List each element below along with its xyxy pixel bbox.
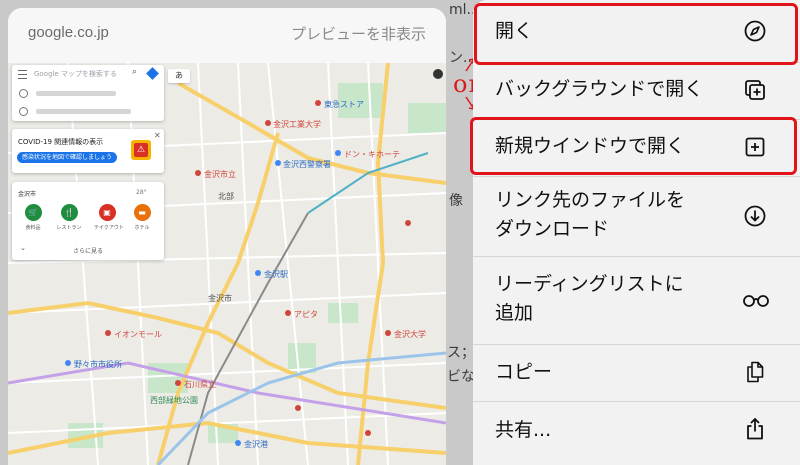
covid-info-card[interactable]: COVID-19 関連情報の表示 感染状況を地図で確認しましょう ⚠ ✕ (12, 129, 164, 173)
menu-item-label: リンク先のファイルを (495, 189, 686, 211)
category-label: ホテル (134, 225, 150, 231)
glasses-icon (743, 295, 769, 307)
map-label: 金沢大学 (394, 330, 426, 339)
menu-item-copy[interactable]: コピー (473, 344, 800, 402)
map-label: 石川県立 (184, 380, 216, 389)
takeout-icon: ▣ (98, 204, 116, 221)
cart-icon: 🛒 (24, 204, 42, 221)
menu-item-share[interactable]: 共有... (473, 401, 800, 465)
nearby-title: 金沢市 (18, 191, 37, 198)
weather-temp: 28° (136, 189, 147, 196)
map-label: ドン・キホーテ (344, 150, 400, 159)
preview-header: google.co.jp プレビューを非表示 (8, 8, 446, 63)
map-label: 金沢市立 (204, 170, 236, 179)
tabs-plus-icon (745, 80, 765, 100)
category-takeout[interactable]: ▣ テイクアウト (94, 204, 124, 231)
bg-text-fragment: ビな (447, 369, 475, 385)
category-grocery[interactable]: 🛒 食料品 (20, 204, 46, 231)
map-label: アピタ (294, 310, 318, 319)
nearby-card: 金沢市 28° 🛒 食料品 🍴 レストラン ▣ テイクアウト ▬ ホテル ⌄ さ… (12, 182, 164, 260)
map-label: 金沢西警察署 (283, 160, 331, 169)
maps-search-card[interactable]: Google マップを検索する ⌕ (12, 65, 164, 121)
link-preview[interactable]: google.co.jp プレビューを非表示 金沢工業大学 東急ストア 北部 金… (8, 8, 446, 465)
map-chip[interactable]: あ (168, 69, 190, 83)
bed-icon: ▬ (133, 204, 151, 221)
warning-icon: ⚠ (131, 140, 151, 160)
preview-url: google.co.jp (28, 24, 109, 41)
category-restaurant[interactable]: 🍴 レストラン (56, 204, 82, 231)
menu-item-label: バックグラウンドで開く (495, 78, 704, 100)
map-dot-icon (433, 69, 443, 79)
blurred-text (36, 109, 131, 114)
blurred-text (36, 91, 116, 96)
category-label: レストラン (56, 225, 82, 231)
map-label: 金沢港 (244, 440, 268, 449)
bg-text-fragment: 像 (449, 193, 463, 209)
covid-title: COVID-19 関連情報の表示 (18, 138, 104, 146)
search-icon[interactable]: ⌕ (132, 67, 137, 77)
category-label: テイクアウト (94, 225, 124, 231)
menu-item-label: 共有... (495, 419, 552, 441)
map-label: 金沢駅 (264, 270, 288, 279)
fork-knife-icon: 🍴 (60, 204, 78, 221)
maps-search-input[interactable]: Google マップを検索する (34, 69, 117, 79)
menu-item-label: 新規ウインドウで開く (495, 135, 686, 157)
map-label: 金沢市 (208, 294, 232, 303)
search-history-item[interactable] (12, 84, 164, 102)
directions-icon[interactable] (146, 67, 159, 80)
map-label: イオンモール (114, 330, 162, 339)
category-label: 食料品 (25, 225, 41, 231)
menu-item-label: 開く (495, 20, 534, 42)
search-history-item[interactable] (12, 102, 164, 120)
menu-item-open[interactable]: 開く (473, 0, 800, 63)
history-icon (19, 89, 28, 98)
map-roads (8, 63, 446, 465)
square-plus-icon (745, 137, 765, 157)
menu-item-download-linked-file[interactable]: リンク先のファイルを ダウンロード (473, 176, 800, 257)
menu-item-add-reading-list[interactable]: リーディングリストに 追加 (473, 256, 800, 345)
history-icon (19, 107, 28, 116)
menu-item-label: コピー (495, 361, 553, 383)
close-icon[interactable]: ✕ (154, 131, 161, 140)
map-preview[interactable]: 金沢工業大学 東急ストア 北部 金沢西警察署 金沢市立 ドン・キホーテ 金沢駅 … (8, 63, 446, 465)
share-icon (747, 417, 763, 440)
menu-item-label: 追加 (495, 302, 534, 324)
hide-preview-button[interactable]: プレビューを非表示 (291, 23, 426, 44)
menu-item-label: ダウンロード (495, 218, 610, 240)
menu-icon[interactable] (18, 70, 27, 79)
map-label: 北部 (218, 192, 234, 201)
menu-item-label: リーディングリストに (495, 273, 684, 295)
maps-search-bar[interactable]: Google マップを検索する ⌕ (12, 65, 164, 83)
map-label: 野々市市役所 (74, 360, 122, 369)
category-hotel[interactable]: ▬ ホテル (129, 204, 155, 231)
download-icon (744, 205, 766, 227)
map-label: 東急ストア (324, 100, 364, 109)
copy-icon (747, 361, 764, 383)
context-menu: 開く バックグラウンドで開く 新規ウインドウで開く リンク先のファイルを ダウン… (473, 0, 800, 465)
compass-icon (744, 20, 766, 42)
menu-item-open-background[interactable]: バックグラウンドで開く (473, 62, 800, 120)
see-more-button[interactable]: さらに見る (12, 246, 164, 255)
menu-item-open-new-window[interactable]: 新規ウインドウで開く (473, 119, 800, 177)
map-label: 西部緑地公園 (150, 396, 198, 405)
map-label: 金沢工業大学 (273, 120, 321, 129)
covid-button[interactable]: 感染状況を地図で確認しましょう (17, 152, 118, 163)
